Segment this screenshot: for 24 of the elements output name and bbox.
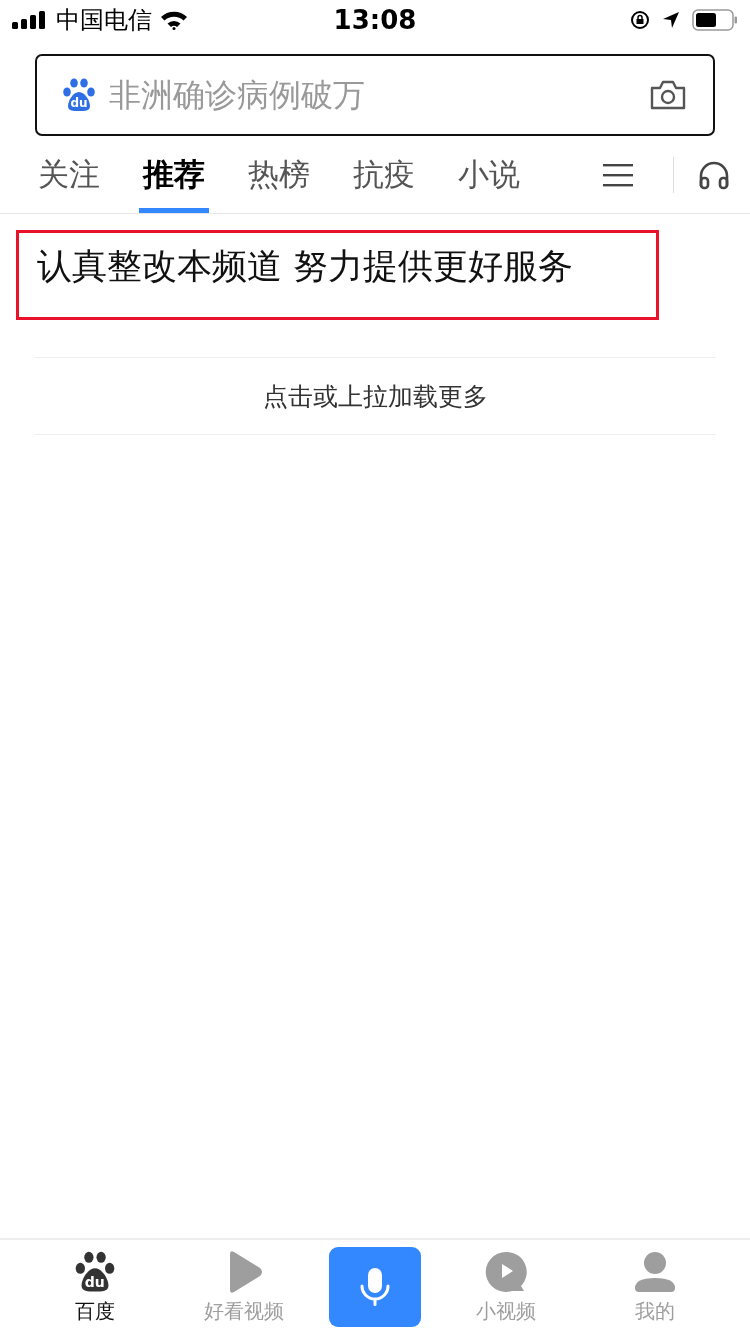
location-arrow-icon [662, 11, 680, 29]
nav-tab[interactable]: du 百度 [29, 1249, 160, 1325]
video-bubble-icon [483, 1249, 528, 1294]
load-more-link[interactable]: 点击或上拉加载更多 [256, 378, 494, 414]
battery-icon [692, 9, 738, 31]
headphones-icon[interactable] [698, 159, 730, 190]
channel-tab[interactable]: 推荐 [139, 136, 209, 213]
channel-tab[interactable]: 关注 [34, 136, 104, 213]
person-icon [633, 1249, 678, 1294]
menu-icon[interactable] [603, 162, 633, 187]
channel-tab[interactable]: 小说 [454, 136, 524, 213]
camera-icon[interactable] [649, 79, 687, 111]
channel-tab[interactable]: 抗疫 [349, 136, 419, 213]
notice-headline: 认真整改本频道 努力提供更好服务 [16, 230, 659, 320]
microphone-icon [358, 1266, 392, 1308]
signal-icon [12, 11, 48, 29]
time: 13:08 [333, 5, 417, 35]
voice-search-button[interactable] [329, 1247, 421, 1327]
wifi-icon [160, 10, 188, 30]
rotation-lock-icon [630, 10, 650, 30]
channel-tab[interactable]: 热榜 [244, 136, 314, 213]
carrier-name: 中国电信 [56, 5, 152, 36]
search-field[interactable]: 非洲确诊病例破万 [109, 76, 637, 114]
search-bar[interactable]: du 非洲确诊病例破万 [35, 54, 715, 136]
